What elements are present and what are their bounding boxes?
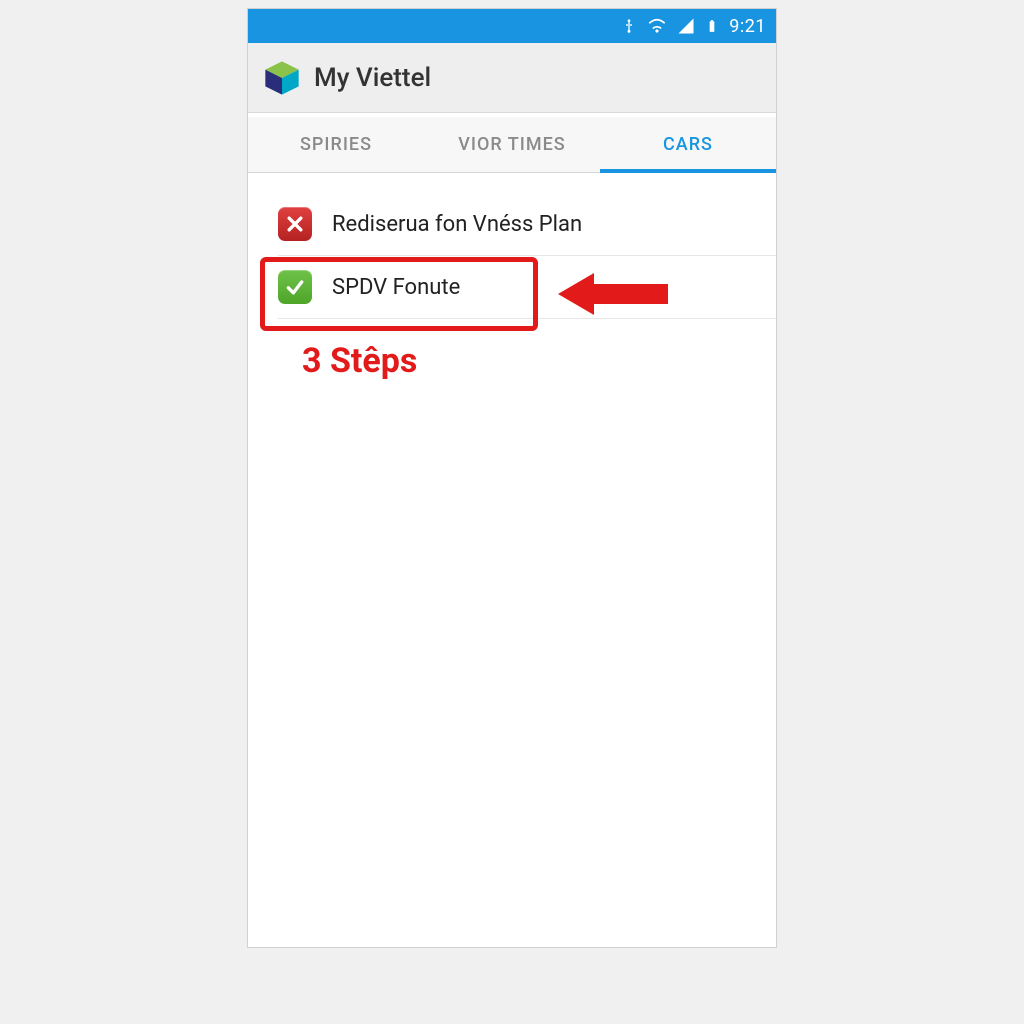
app-bar: My Viettel	[248, 43, 776, 113]
battery-icon	[705, 16, 719, 36]
annotation-step-label: 3 Stêps	[302, 341, 417, 381]
tab-spiries[interactable]: SPIRIES	[248, 117, 424, 172]
usb-icon	[621, 18, 637, 34]
signal-icon	[677, 17, 695, 35]
app-title: My Viettel	[314, 63, 431, 93]
app-logo-icon	[262, 58, 302, 98]
list-item[interactable]: SPDV Fonute	[248, 256, 776, 318]
divider	[278, 318, 776, 319]
tab-label: VIOR TIMES	[458, 134, 565, 155]
content-area: Rediserua fon Vnéss Plan SPDV Fonute 3 S…	[248, 173, 776, 947]
tab-label: SPIRIES	[300, 134, 372, 155]
status-bar-time: 9:21	[729, 16, 766, 37]
tab-vior-times[interactable]: VIOR TIMES	[424, 117, 600, 172]
phone-frame: 9:21 My Viettel SPIRIES VIOR TIMES CARS …	[247, 8, 777, 948]
check-icon	[278, 270, 312, 304]
tab-bar: SPIRIES VIOR TIMES CARS	[248, 117, 776, 173]
x-icon	[278, 207, 312, 241]
wifi-icon	[647, 16, 667, 36]
list-item[interactable]: Rediserua fon Vnéss Plan	[248, 193, 776, 255]
list-item-label: SPDV Fonute	[332, 275, 460, 300]
android-status-bar: 9:21	[248, 9, 776, 43]
list-item-label: Rediserua fon Vnéss Plan	[332, 212, 582, 237]
tab-cars[interactable]: CARS	[600, 117, 776, 172]
tab-label: CARS	[663, 134, 713, 155]
